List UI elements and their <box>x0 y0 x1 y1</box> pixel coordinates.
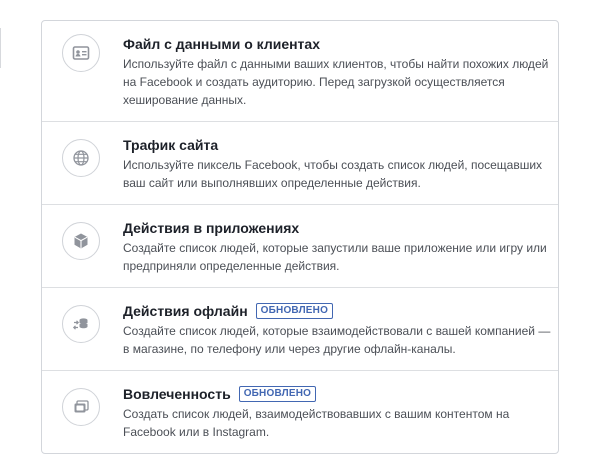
option-title-text: Файл с данными о клиентах <box>123 36 320 52</box>
option-title: Вовлеченность ОБНОВЛЕНО <box>123 386 317 402</box>
option-offline-activity[interactable]: Действия офлайн ОБНОВЛЕНО Создайте списо… <box>42 288 558 371</box>
option-title-text: Трафик сайта <box>123 137 219 153</box>
option-title: Действия в приложениях <box>123 220 299 236</box>
option-description: Создать список людей, взаимодействовавши… <box>123 407 510 439</box>
option-description: Создайте список людей, которые запустили… <box>123 241 547 273</box>
option-title: Файл с данными о клиентах <box>123 36 320 52</box>
option-title-text: Вовлеченность <box>123 386 231 402</box>
option-description: Используйте пиксель Facebook, чтобы созд… <box>123 158 543 190</box>
engagement-icon <box>62 388 100 426</box>
option-title-text: Действия в приложениях <box>123 220 300 236</box>
updated-badge: ОБНОВЛЕНО <box>255 303 334 319</box>
option-description: Используйте файл с данными ваших клиенто… <box>123 57 549 107</box>
globe-icon <box>62 139 100 177</box>
offline-sync-icon <box>62 305 100 343</box>
option-title: Действия офлайн ОБНОВЛЕНО <box>123 303 334 319</box>
audience-source-list: Файл с данными о клиентах Используйте фа… <box>41 20 559 454</box>
option-engagement[interactable]: Вовлеченность ОБНОВЛЕНО Создать список л… <box>42 371 558 453</box>
option-app-activity[interactable]: Действия в приложениях Создайте список л… <box>42 205 558 288</box>
option-description: Создайте список людей, которые взаимодей… <box>123 324 551 356</box>
cube-icon <box>62 222 100 260</box>
contact-card-icon <box>62 34 100 72</box>
audience-source-page: Файл с данными о клиентах Используйте фа… <box>0 0 598 465</box>
left-edge-divider <box>0 28 4 68</box>
option-customer-file[interactable]: Файл с данными о клиентах Используйте фа… <box>42 21 558 122</box>
updated-badge: ОБНОВЛЕНО <box>238 386 317 402</box>
option-title-text: Действия офлайн <box>123 303 248 319</box>
option-website-traffic[interactable]: Трафик сайта Используйте пиксель Faceboo… <box>42 122 558 205</box>
option-title: Трафик сайта <box>123 137 218 153</box>
